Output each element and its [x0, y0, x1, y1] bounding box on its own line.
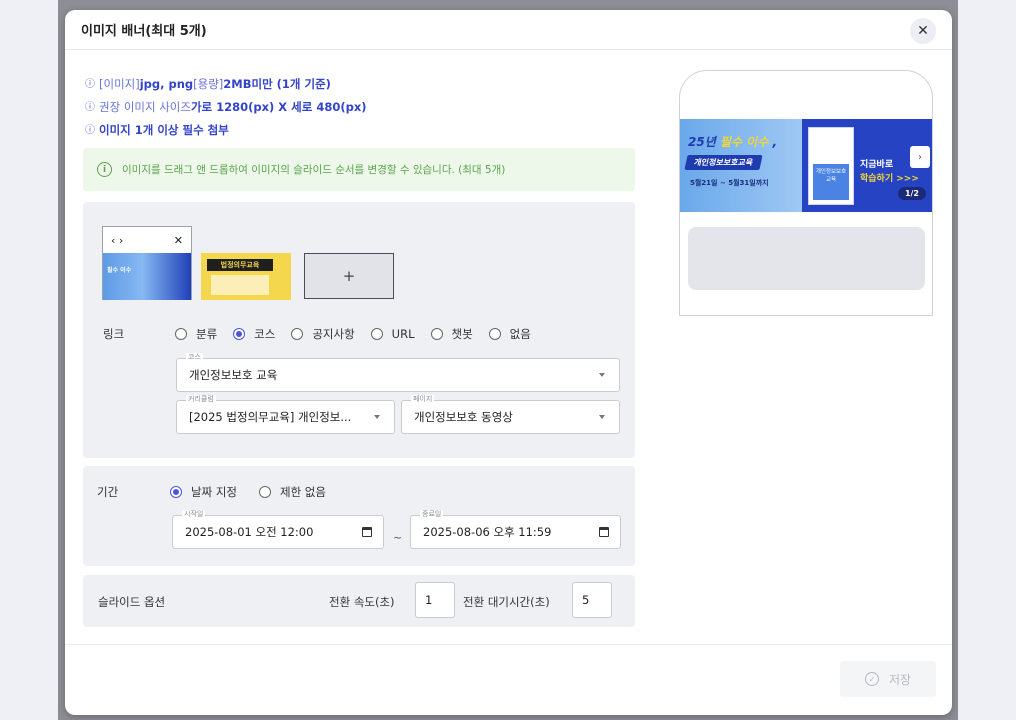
note-required: ⓘ 이미지 1개 이상 필수 첨부 [85, 123, 229, 137]
curriculum-select-label: 커리큘럼 [186, 395, 216, 404]
calendar-icon[interactable] [599, 527, 609, 537]
slide-options-label: 슬라이드 옵션 [98, 595, 166, 609]
period-radio-group: 날짜 지정 제한 없음 [170, 484, 342, 500]
modal-title: 이미지 배너(최대 5개) [81, 24, 207, 39]
radio-course[interactable]: 코스 [233, 326, 275, 342]
banner-title: 25년 필수 이수 , [688, 135, 778, 149]
note-recommended-size: ⓘ 권장 이미지 사이즈 가로 1280(px) X 세로 480(px) [85, 100, 367, 114]
link-type-radio-group: 분류 코스 공지사항 URL 챗봇 없음 [175, 326, 547, 342]
radio-dot [233, 328, 246, 340]
plus-icon: + [342, 267, 356, 285]
radio-none[interactable]: 없음 [488, 326, 531, 342]
course-select-value: 개인정보보호 교육 [189, 368, 278, 382]
thumb-image-title: 법정의무교육 [207, 259, 273, 271]
preview-banner-slide: 25년 필수 이수 , 개인정보보호교육 5월21일 ~ 5월31일까지 개인정… [680, 119, 932, 212]
date-separator: ~ [393, 531, 403, 544]
slide-counter: 1/2 [897, 187, 926, 200]
end-date-value: 2025-08-06 오후 11:59 [423, 525, 552, 539]
start-date-value: 2025-08-01 오전 12:00 [185, 525, 314, 539]
period-label: 기간 [97, 485, 119, 499]
thumb-image: 필수 이수 [103, 253, 191, 300]
info-icon: ⓘ [85, 79, 95, 90]
calendar-icon[interactable] [362, 527, 372, 537]
banner-preview: 25년 필수 이수 , 개인정보보호교육 5월21일 ~ 5월31일까지 개인정… [679, 70, 933, 316]
transition-wait-input[interactable]: 5 [572, 582, 612, 618]
radio-category[interactable]: 분류 [175, 326, 217, 342]
backdrop-right [958, 0, 1016, 720]
image-thumb-1[interactable]: ‹ › ✕ 필수 이수 [102, 226, 192, 300]
banner-cta-line2: 학습하기 >>> [860, 174, 919, 184]
radio-date-range[interactable]: 날짜 지정 [170, 484, 237, 500]
info-circle-icon: i [97, 162, 112, 177]
radio-dot [488, 328, 501, 340]
add-image-button[interactable]: + [304, 253, 394, 299]
chevron-down-icon [599, 373, 605, 377]
radio-no-limit[interactable]: 제한 없음 [258, 484, 326, 500]
banner-left: 25년 필수 이수 , 개인정보보호교육 5월21일 ~ 5월31일까지 [680, 119, 802, 212]
banner-date: 5월21일 ~ 5월31일까지 [690, 179, 769, 187]
start-date-label: 시작일 [182, 510, 206, 519]
image-link-panel: ‹ › ✕ 필수 이수 법정의무교육 + 링크 분류 코스 공지사항 URL 챗… [83, 202, 635, 458]
end-date-label: 종료일 [420, 510, 444, 519]
preview-placeholder [688, 227, 925, 290]
info-icon: ⓘ [85, 102, 95, 113]
info-notes: ⓘ [이미지] jpg, png [용량] 2MB미만 (1개 기준) ⓘ 권장… [85, 73, 367, 142]
radio-chatbot[interactable]: 챗봇 [430, 326, 473, 342]
curriculum-select[interactable]: 커리큘럼 [2025 법정의무교육] 개인정보... [176, 395, 395, 434]
thumb-image-body [211, 275, 269, 295]
transition-speed-input[interactable]: 1 [415, 582, 455, 618]
page-select-value: 개인정보보호 동영상 [414, 410, 513, 424]
chevron-down-icon [599, 415, 605, 419]
radio-dot [370, 328, 383, 340]
drag-drop-alert: i 이미지를 드래그 앤 드롭하여 이미지의 슬라이드 순서를 변경할 수 있습… [83, 148, 635, 191]
modal-header: 이미지 배너(최대 5개) [65, 10, 952, 50]
radio-url[interactable]: URL [370, 327, 415, 341]
image-thumb-2[interactable]: 법정의무교육 [201, 253, 291, 300]
radio-dot [291, 328, 304, 340]
thumb-toolbar: ‹ › ✕ [103, 227, 191, 253]
close-icon: ✕ [917, 23, 929, 39]
transition-speed-label: 전환 속도(초) [329, 595, 395, 609]
radio-dot [258, 486, 271, 498]
chevron-down-icon [374, 415, 380, 419]
image-banner-modal: 이미지 배너(최대 5개) ✕ ⓘ [이미지] jpg, png [용량] 2M… [65, 10, 952, 715]
start-date-input[interactable]: 시작일 2025-08-01 오전 12:00 [172, 510, 384, 549]
radio-dot [175, 328, 187, 340]
course-select[interactable]: 코스 개인정보보호 교육 [176, 353, 620, 392]
page-select[interactable]: 페이지 개인정보보호 동영상 [401, 395, 620, 434]
banner-book-image: 개인정보보호 교육 [808, 127, 854, 205]
course-select-label: 코스 [186, 353, 203, 362]
curriculum-select-value: [2025 법정의무교육] 개인정보... [189, 410, 352, 424]
reorder-arrows-icon[interactable]: ‹ › [111, 234, 123, 247]
check-circle-icon: ✓ [864, 672, 879, 686]
save-button[interactable]: ✓ 저장 [840, 661, 936, 697]
alert-text: 이미지를 드래그 앤 드롭하여 이미지의 슬라이드 순서를 변경할 수 있습니다… [122, 164, 506, 176]
radio-dot [170, 486, 182, 498]
banner-right: 개인정보보호 교육 지금바로 학습하기 >>> › 1/2 [802, 119, 932, 212]
banner-cta-line1: 지금바로 [860, 160, 894, 170]
link-label: 링크 [103, 327, 125, 341]
note-file-type: ⓘ [이미지] jpg, png [용량] 2MB미만 (1개 기준) [85, 77, 331, 91]
footer-divider [65, 644, 952, 645]
transition-wait-label: 전환 대기시간(초) [463, 595, 550, 609]
backdrop-left [0, 0, 58, 720]
radio-notice[interactable]: 공지사항 [291, 326, 355, 342]
chevron-right-icon[interactable]: › [910, 146, 930, 168]
slide-options-panel: 슬라이드 옵션 전환 속도(초) 1 전환 대기시간(초) 5 [83, 575, 635, 627]
radio-dot [430, 328, 443, 340]
banner-course-pill: 개인정보보호교육 [684, 155, 763, 170]
info-icon: ⓘ [85, 125, 95, 136]
remove-image-icon[interactable]: ✕ [174, 234, 183, 247]
close-button[interactable]: ✕ [910, 18, 936, 44]
end-date-input[interactable]: 종료일 2025-08-06 오후 11:59 [410, 510, 621, 549]
page-select-label: 페이지 [411, 395, 435, 404]
